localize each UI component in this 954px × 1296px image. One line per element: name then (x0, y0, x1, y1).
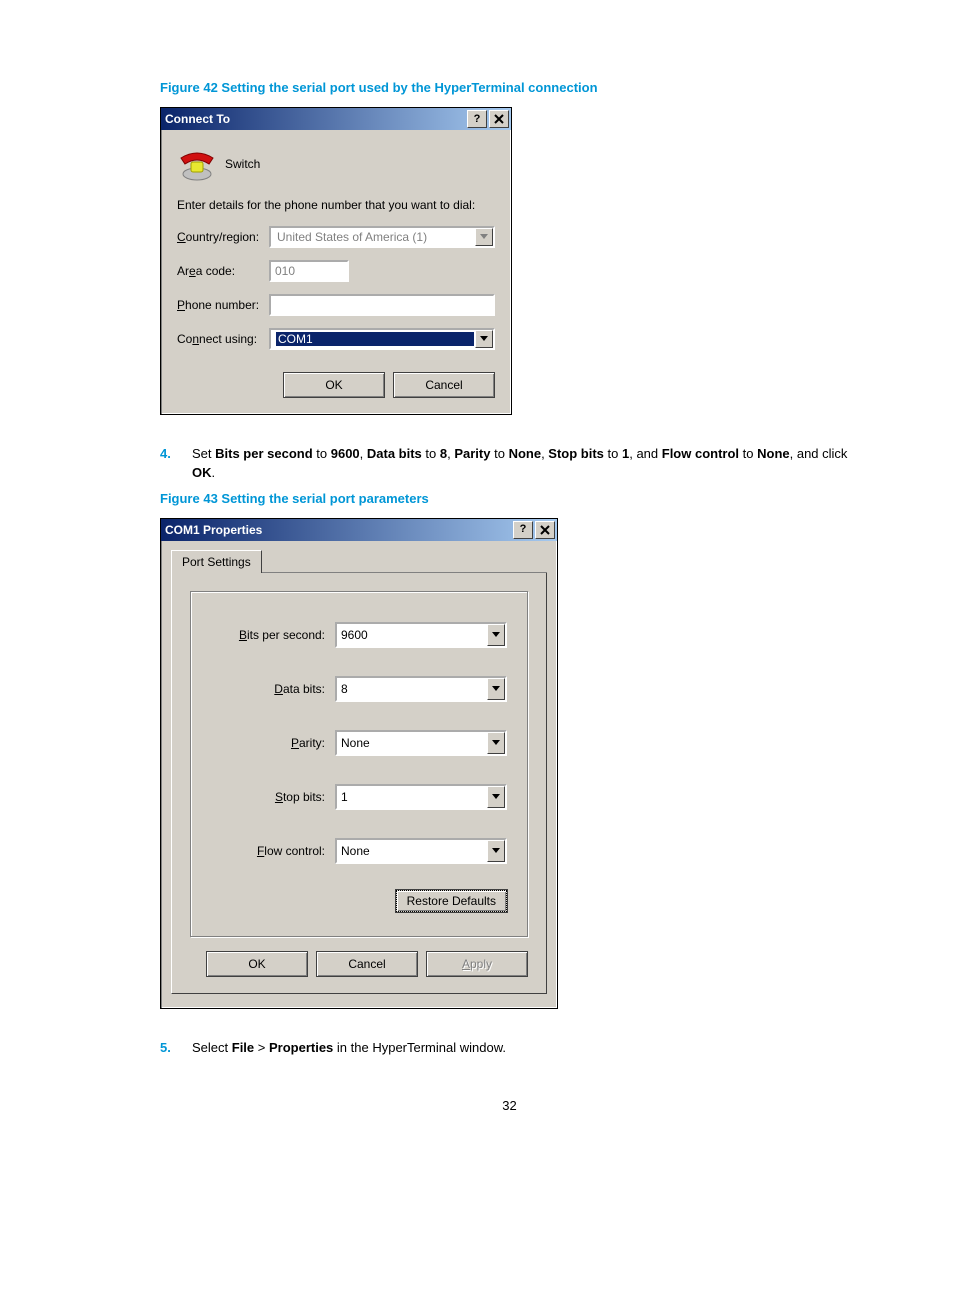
figure-43-caption: Figure 43 Setting the serial port parame… (160, 491, 859, 506)
figure-42-caption: Figure 42 Setting the serial port used b… (160, 80, 859, 95)
ok-button[interactable]: OK (206, 951, 308, 977)
help-button[interactable]: ? (513, 521, 533, 539)
restore-defaults-button[interactable]: Restore Defaults (396, 890, 507, 912)
step-4: 4. Set Bits per second to 9600, Data bit… (160, 445, 859, 483)
step-5: 5. Select File > Properties in the Hyper… (160, 1039, 859, 1058)
com1-properties-dialog: COM1 Properties ? Port Settings Bits per… (160, 518, 558, 1009)
parity-label: Parity: (211, 736, 325, 750)
phone-label: Phone number: (177, 298, 269, 312)
bps-select[interactable]: 9600 (335, 622, 507, 648)
bps-label: Bits per second: (211, 628, 325, 642)
chevron-down-icon[interactable] (487, 678, 505, 700)
chevron-down-icon[interactable] (487, 840, 505, 862)
connect-using-select[interactable]: COM1 (269, 328, 495, 350)
chevron-down-icon[interactable] (487, 732, 505, 754)
databits-select[interactable]: 8 (335, 676, 507, 702)
close-button[interactable] (535, 521, 555, 539)
chevron-down-icon[interactable] (487, 786, 505, 808)
flow-label: Flow control: (211, 844, 325, 858)
tab-strip: Port Settings (171, 549, 547, 573)
flow-select[interactable]: None (335, 838, 507, 864)
connect-to-dialog: Connect To ? Switch Enter details for th… (160, 107, 512, 415)
help-button[interactable]: ? (467, 110, 487, 128)
instruction-text: Enter details for the phone number that … (177, 198, 495, 212)
databits-label: Data bits: (211, 682, 325, 696)
connection-name: Switch (225, 157, 260, 171)
country-select: United States of America (1) (269, 226, 495, 248)
stopbits-select[interactable]: 1 (335, 784, 507, 810)
stopbits-label: Stop bits: (211, 790, 325, 804)
phone-icon (177, 144, 217, 184)
apply-button[interactable]: Apply (426, 951, 528, 977)
dialog-titlebar: Connect To ? (161, 108, 511, 130)
dialog-title: Connect To (165, 112, 465, 126)
cancel-button[interactable]: Cancel (393, 372, 495, 398)
connect-label: Connect using: (177, 332, 269, 346)
page-number: 32 (160, 1098, 859, 1113)
parity-select[interactable]: None (335, 730, 507, 756)
cancel-button[interactable]: Cancel (316, 951, 418, 977)
settings-group: Bits per second: 9600 Data bits: 8 (190, 591, 528, 937)
area-label: Area code: (177, 264, 269, 278)
ok-button[interactable]: OK (283, 372, 385, 398)
chevron-down-icon[interactable] (487, 624, 505, 646)
close-button[interactable] (489, 110, 509, 128)
area-code-input (269, 260, 349, 282)
chevron-down-icon[interactable] (475, 330, 493, 348)
chevron-down-icon (475, 228, 493, 246)
tab-port-settings[interactable]: Port Settings (171, 550, 262, 573)
phone-number-input (269, 294, 495, 316)
country-label: Country/region: (177, 230, 269, 244)
dialog-title: COM1 Properties (165, 523, 511, 537)
dialog-titlebar: COM1 Properties ? (161, 519, 557, 541)
